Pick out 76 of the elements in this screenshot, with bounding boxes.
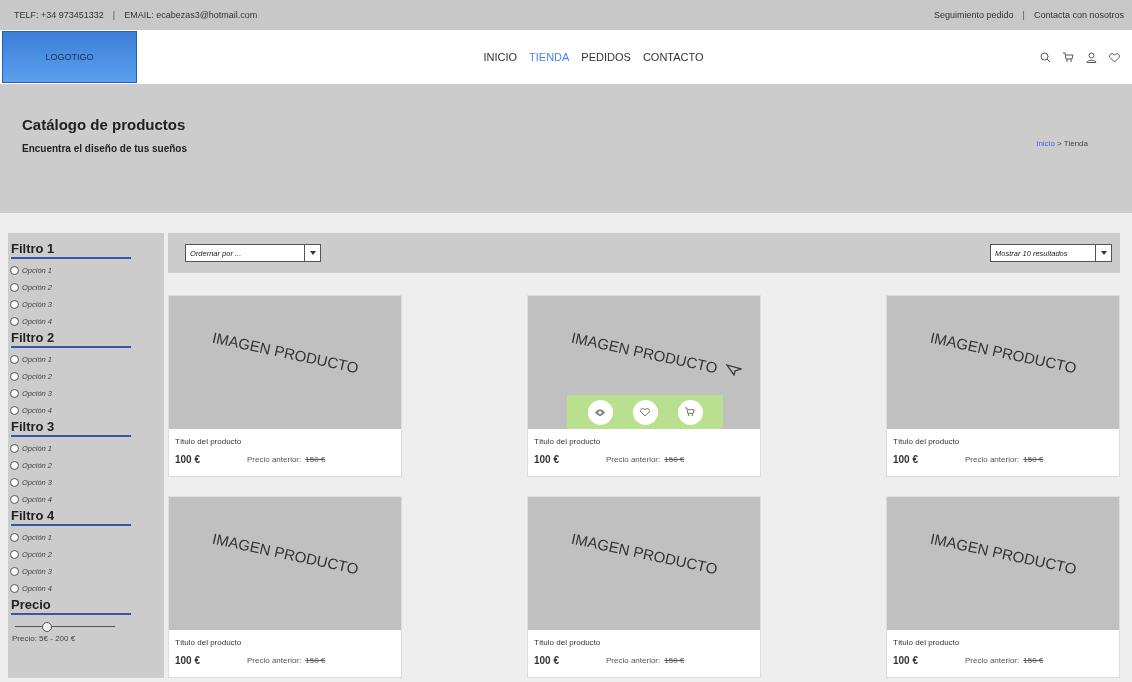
separator: | [112, 10, 116, 20]
old-price: 150 € [305, 656, 326, 665]
email-text: EMAIL: ecabezas3@hotmail.com [124, 10, 258, 20]
logo[interactable]: LOGOTIGO [2, 31, 137, 83]
caret-icon [1099, 249, 1108, 257]
old-price: 150 € [1023, 656, 1044, 665]
product-price: 100 € [534, 655, 561, 666]
breadcrumb-current: Tienda [1063, 139, 1088, 148]
radio-button[interactable] [10, 461, 19, 470]
radio-button[interactable] [10, 317, 19, 326]
radio-button[interactable] [10, 283, 19, 292]
radio-button[interactable] [10, 584, 19, 593]
radio-button[interactable] [10, 478, 19, 487]
radio-button[interactable] [10, 372, 19, 381]
product-price: 100 € [175, 655, 202, 666]
old-price-label: Precio anterior: [606, 656, 661, 665]
product-title[interactable]: Título del producto [534, 638, 754, 647]
old-price: 150 € [1023, 455, 1044, 464]
heart-icon [640, 407, 650, 417]
view-button[interactable] [587, 399, 613, 425]
separator: | [1022, 10, 1025, 20]
product-title[interactable]: Título del producto [893, 638, 1113, 647]
product-price: 100 € [893, 655, 920, 666]
product-title[interactable]: Título del producto [175, 437, 395, 446]
nav-link[interactable]: CONTACTO [642, 51, 704, 63]
search-icon[interactable] [1040, 51, 1051, 63]
filter-title: Filtro 4 [11, 508, 131, 526]
old-price-label: Precio anterior: [247, 455, 302, 464]
radio-button[interactable] [10, 406, 19, 415]
top-link[interactable]: Contacta con nosotros [1033, 10, 1124, 20]
filter-title: Filtro 2 [11, 330, 131, 348]
radio-button[interactable] [10, 355, 19, 364]
slider-thumb[interactable] [42, 622, 52, 632]
breadcrumb-separator: > [1057, 139, 1062, 148]
page-title: Catálogo de productos [22, 116, 187, 133]
price-slider[interactable] [15, 622, 115, 632]
radio-button[interactable] [10, 495, 19, 504]
filter-title: Precio [11, 597, 131, 615]
product-title[interactable]: Título del producto [893, 437, 1113, 446]
favorite-button[interactable] [632, 399, 658, 425]
filter-title: Filtro 3 [11, 419, 131, 437]
product-price: 100 € [534, 454, 561, 465]
product-price: 100 € [175, 454, 202, 465]
phone-text: TELF: +34 973451332 [14, 10, 104, 20]
cart-icon [685, 407, 695, 417]
old-price-label: Precio anterior: [606, 455, 661, 464]
product-price: 100 € [893, 454, 920, 465]
user-icon[interactable] [1086, 51, 1097, 63]
top-link[interactable]: Seguimiento pedido [934, 10, 1014, 20]
radio-button[interactable] [10, 533, 19, 542]
radio-button[interactable] [10, 389, 19, 398]
radio-button[interactable] [10, 550, 19, 559]
filter-title: Filtro 1 [11, 241, 131, 259]
nav-link[interactable]: PEDIDOS [581, 51, 631, 63]
old-price: 150 € [305, 455, 326, 464]
cursor-icon [726, 364, 742, 376]
radio-button[interactable] [10, 300, 19, 309]
add-to-cart-button[interactable] [677, 399, 703, 425]
old-price: 150 € [664, 656, 685, 665]
old-price-label: Precio anterior: [965, 455, 1020, 464]
price-range-text: Precio: 5€ - 200 € [12, 634, 77, 643]
caret-icon [308, 249, 317, 257]
radio-button[interactable] [10, 266, 19, 275]
radio-button[interactable] [10, 444, 19, 453]
nav-link[interactable]: INICIO [483, 51, 517, 63]
product-title[interactable]: Título del producto [175, 638, 395, 647]
heart-icon[interactable] [1109, 51, 1120, 63]
radio-button[interactable] [10, 567, 19, 576]
eye-icon [595, 408, 605, 416]
product-title[interactable]: Título del producto [534, 437, 754, 446]
cart-icon[interactable] [1063, 51, 1074, 63]
page-subtitle: Encuentra el diseño de tus sueños [22, 143, 188, 154]
old-price: 150 € [664, 455, 685, 464]
nav-link[interactable]: TIENDA [529, 51, 570, 63]
old-price-label: Precio anterior: [965, 656, 1020, 665]
old-price-label: Precio anterior: [247, 656, 302, 665]
